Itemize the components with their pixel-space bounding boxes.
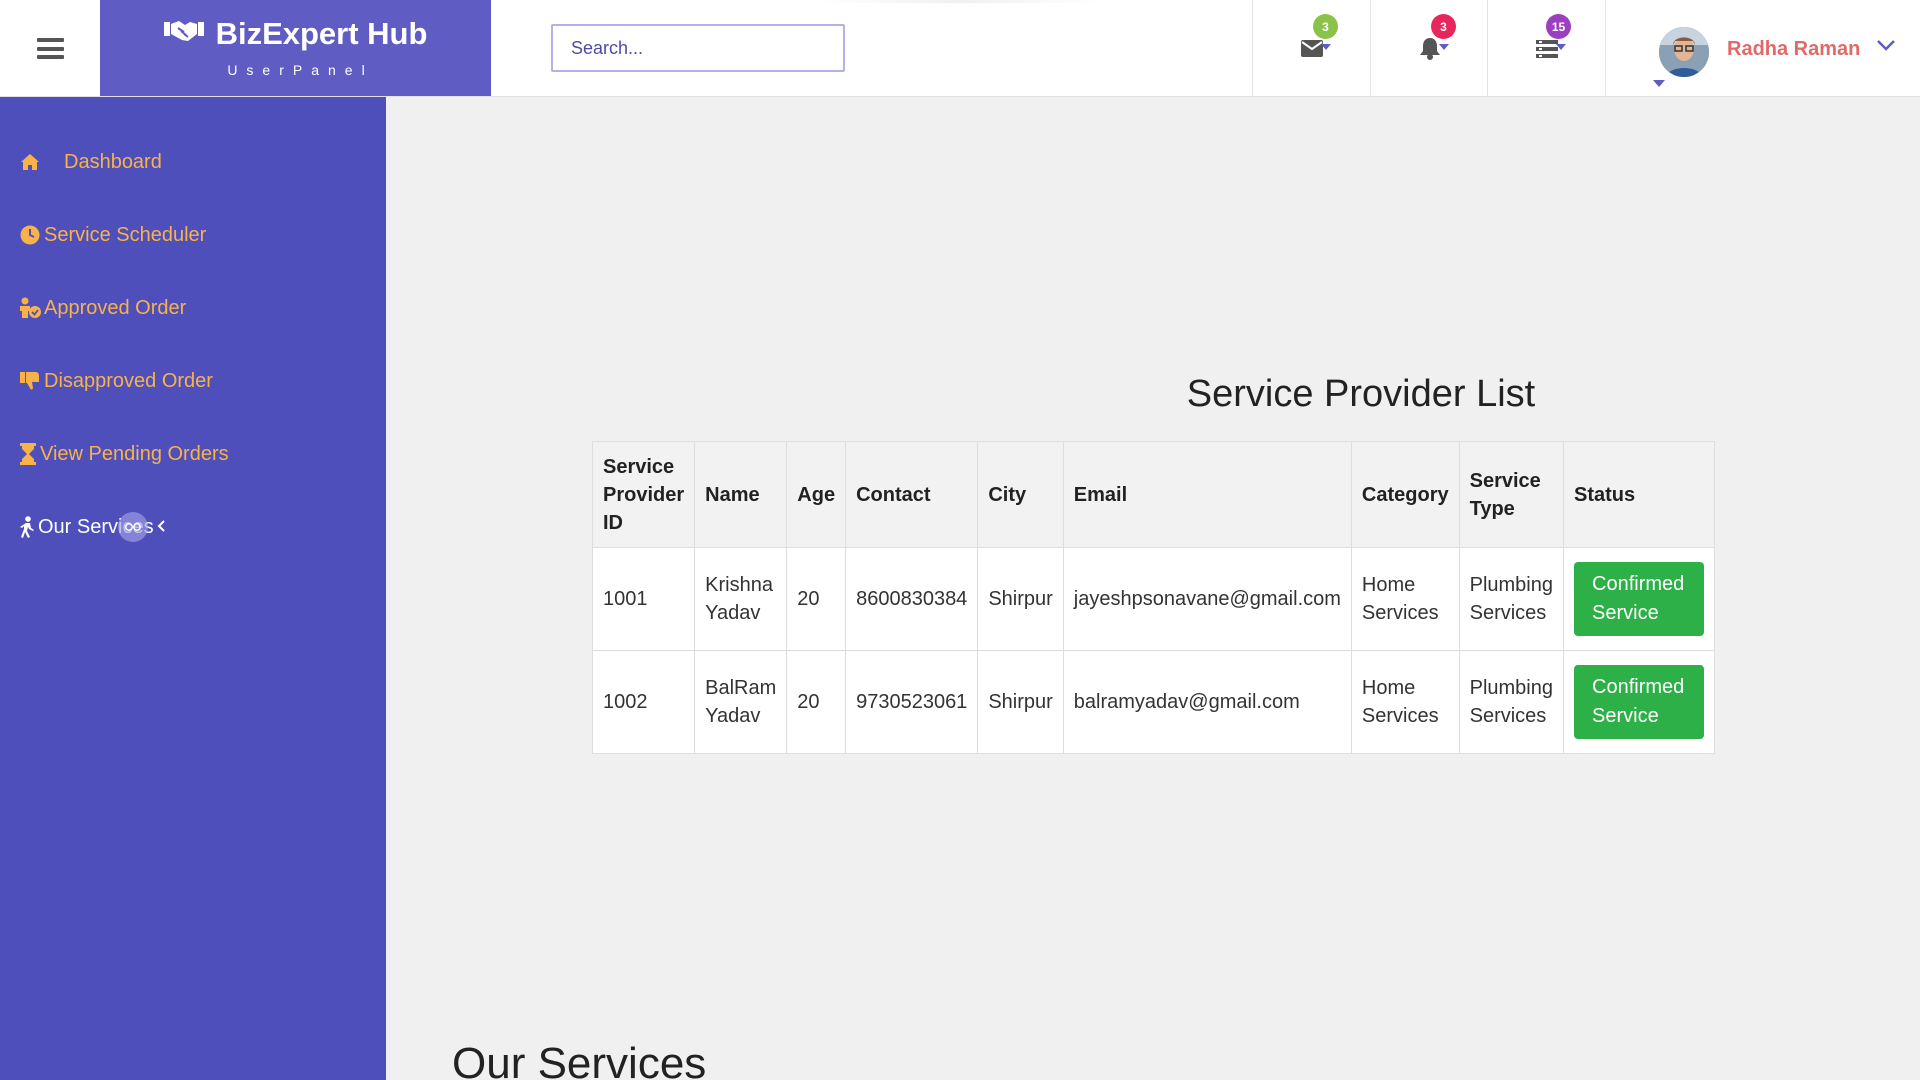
column-header-contact: Contact (845, 441, 979, 548)
user-profile-menu[interactable]: Radha Raman (1605, 0, 1920, 97)
page-title: Service Provider List (1186, 373, 1536, 415)
messages-badge: 3 (1313, 14, 1338, 39)
chevron-down-icon (1653, 80, 1665, 87)
column-header-category: Category (1350, 441, 1460, 548)
column-header-name: Name (694, 441, 788, 548)
avatar (1659, 27, 1709, 77)
cell-id: 1002 (591, 650, 696, 754)
notifications-badge: 3 (1431, 14, 1456, 39)
user-name: Radha Raman (1727, 38, 1861, 60)
chevron-down-icon (1876, 38, 1896, 57)
cell-email: jayeshpsonavane@gmail.com (1062, 547, 1352, 651)
home-icon (18, 150, 42, 174)
brand-subtitle: UserPanel (227, 62, 374, 78)
chevron-down-icon (1321, 44, 1331, 50)
sidebar-item-dashboard[interactable]: Dashboard (18, 142, 162, 182)
cell-city: Shirpur (977, 547, 1064, 651)
sidebar-item-service-scheduler[interactable]: Service Scheduler (18, 215, 206, 255)
our-services-heading: Our Services (452, 1039, 707, 1080)
sidebar-item-label: Approved Order (44, 296, 187, 319)
confirmed-service-button[interactable]: Confirmed Service (1574, 562, 1704, 636)
sidebar-item-label: Service Scheduler (44, 223, 207, 246)
top-bar: BizExpert Hub UserPanel 3 3 (0, 0, 1920, 97)
table-row: 1001 Krishna Yadav 20 8600830384 Shirpur… (591, 547, 1715, 651)
pointer-cursor (118, 512, 148, 542)
brand-block[interactable]: BizExpert Hub UserPanel (100, 0, 491, 96)
cell-age: 20 (786, 547, 847, 651)
cell-id: 1001 (591, 547, 696, 651)
menu-toggle-button[interactable] (0, 0, 100, 97)
column-header-age: Age (786, 441, 847, 548)
table-header-row: Service Provider ID Name Age Contact Cit… (591, 441, 1715, 548)
cell-age: 20 (786, 650, 847, 754)
person-check-icon (18, 296, 42, 320)
main-content: Service Provider List Service Provider I… (386, 97, 1920, 1080)
chevron-down-icon (1556, 44, 1566, 50)
cell-email: balramyadav@gmail.com (1062, 650, 1352, 754)
clock-icon (18, 223, 42, 247)
tasks-badge: 15 (1546, 14, 1571, 39)
notifications-button[interactable]: 3 (1370, 0, 1488, 97)
tasks-button[interactable]: 15 (1487, 0, 1605, 97)
chevron-down-icon (1439, 44, 1449, 50)
column-header-city: City (977, 441, 1064, 548)
brand-title-text: BizExpert Hub (215, 16, 428, 51)
sidebar: Dashboard Service Scheduler Approved Ord… (0, 97, 386, 1080)
column-header-email: Email (1062, 441, 1352, 548)
top-divider (820, 0, 1100, 3)
sidebar-item-label: View Pending Orders (40, 442, 229, 465)
sidebar-item-label: Disapproved Order (44, 369, 213, 392)
hourglass-icon (18, 442, 38, 466)
chevron-left-icon (156, 516, 166, 539)
cell-name: Krishna Yadav (694, 547, 788, 651)
cell-city: Shirpur (977, 650, 1064, 754)
sidebar-item-label: Dashboard (64, 150, 162, 173)
thumbs-down-icon (18, 369, 42, 393)
cell-service-type: Plumbing Services (1458, 650, 1565, 754)
cell-contact: 8600830384 (845, 547, 979, 651)
table-row: 1002 BalRam Yadav 20 9730523061 Shirpur … (591, 650, 1715, 754)
sidebar-item-disapproved-order[interactable]: Disapproved Order (18, 361, 213, 401)
cell-category: Home Services (1350, 547, 1460, 651)
walking-person-icon (18, 515, 36, 539)
cell-name: BalRam Yadav (694, 650, 788, 754)
column-header-status: Status (1563, 441, 1715, 548)
confirmed-service-button[interactable]: Confirmed Service (1574, 665, 1704, 739)
cell-status: Confirmed Service (1563, 650, 1715, 754)
cell-service-type: Plumbing Services (1458, 547, 1565, 651)
hamburger-icon (36, 38, 64, 59)
handshake-icon (163, 16, 204, 52)
service-provider-table: Service Provider ID Name Age Contact Cit… (591, 441, 1715, 754)
column-header-id: Service Provider ID (591, 441, 696, 548)
brand-title: BizExpert Hub (100, 16, 491, 52)
sidebar-item-view-pending-orders[interactable]: View Pending Orders (18, 434, 229, 474)
sidebar-item-approved-order[interactable]: Approved Order (18, 288, 186, 328)
search-input[interactable] (551, 24, 845, 72)
cell-category: Home Services (1350, 650, 1460, 754)
cell-contact: 9730523061 (845, 650, 979, 754)
cell-status: Confirmed Service (1563, 547, 1715, 651)
messages-button[interactable]: 3 (1252, 0, 1370, 97)
column-header-service-type: Service Type (1458, 441, 1565, 548)
